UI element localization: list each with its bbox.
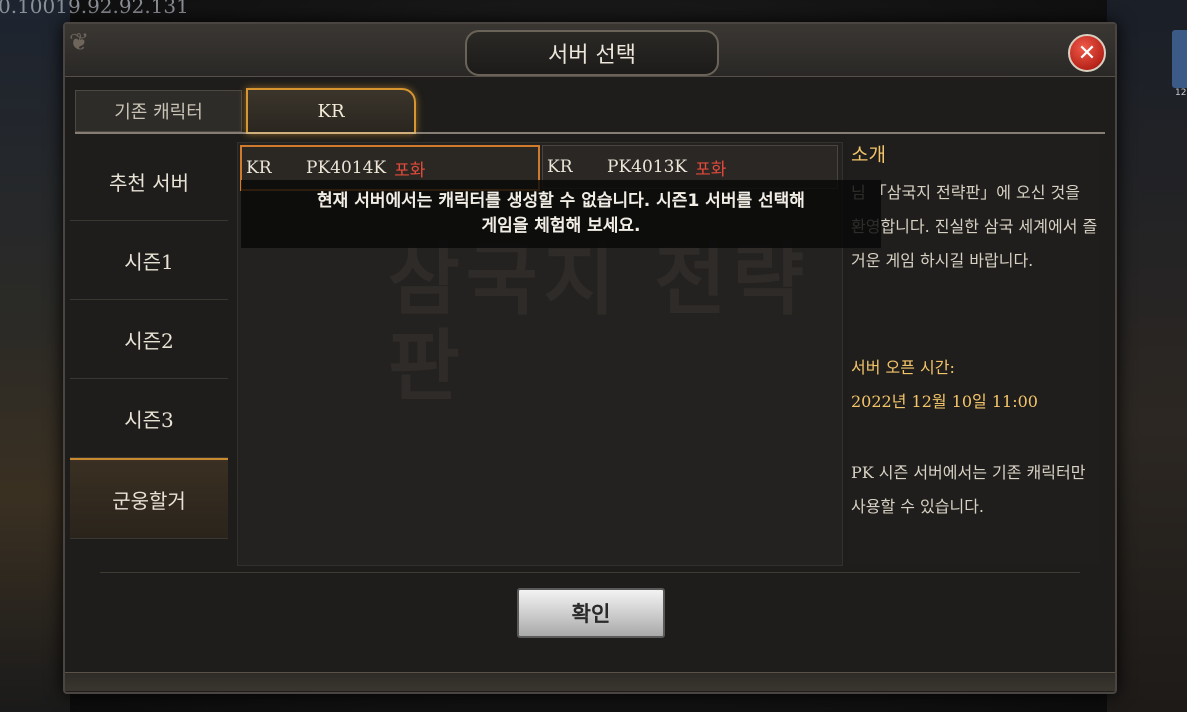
tab-kr[interactable]: KR bbox=[246, 88, 416, 134]
server-region: KR bbox=[246, 158, 272, 178]
server-category-sidebar: 추천 서버 시즌1 시즌2 시즌3 군웅할거 bbox=[70, 142, 228, 562]
server-name: PK4013K bbox=[607, 157, 688, 177]
dialog-footer-ornament bbox=[65, 672, 1115, 691]
side-edge-tab[interactable] bbox=[1172, 30, 1187, 88]
footer-divider bbox=[100, 572, 1080, 573]
toast-line-2: 게임을 체험해 보세요. bbox=[481, 216, 641, 236]
sidebar-item-gunwoong[interactable]: 군웅할거 bbox=[70, 458, 228, 539]
close-button[interactable]: ✕ bbox=[1068, 34, 1106, 72]
watermark-logo: 삼국지 전략판 bbox=[388, 235, 810, 412]
server-open-label: 서버 오픈 시간: bbox=[851, 358, 955, 377]
corner-ornament-icon: ❦ bbox=[69, 28, 90, 56]
close-icon: ✕ bbox=[1077, 40, 1097, 66]
background-right bbox=[1107, 0, 1187, 712]
sidebar-item-season2[interactable]: 시즌2 bbox=[70, 300, 228, 379]
sidebar-item-recommended[interactable]: 추천 서버 bbox=[70, 142, 228, 221]
side-edge-badge: 12 bbox=[1175, 88, 1187, 98]
toast-message: 현재 서버에서는 캐릭터를 생성할 수 없습니다. 시즌1 서버를 선택해 게임… bbox=[241, 180, 881, 248]
intro-panel: 소개 님 「삼국지 전략판」에 오신 것을 환영합니다. 진실한 삼국 세계에서… bbox=[847, 134, 1099, 564]
server-name: PK4014K bbox=[306, 158, 387, 178]
server-open-date: 2022년 12월 10일 11:00 bbox=[851, 392, 1038, 411]
pk-season-note: PK 시즌 서버에서는 기존 캐릭터만 사용할 수 있습니다. bbox=[851, 463, 1086, 516]
server-status: 포화 bbox=[695, 159, 727, 180]
background-left bbox=[0, 0, 70, 712]
server-select-dialog: ❦ 서버 선택 ✕ 기존 캐릭터 KR 추천 서버 시즌1 시즌2 시즌3 군웅… bbox=[63, 22, 1117, 694]
ip-overlay-text: 0.10019.92.92.131 bbox=[0, 0, 189, 18]
intro-title: 소개 bbox=[851, 144, 886, 166]
intro-body: 님 「삼국지 전략판」에 오신 것을 환영합니다. 진실한 삼국 세계에서 즐거… bbox=[851, 183, 1098, 270]
dialog-title: 서버 선택 bbox=[465, 30, 719, 76]
server-region: KR bbox=[547, 157, 573, 177]
sidebar-item-season1[interactable]: 시즌1 bbox=[70, 221, 228, 300]
tab-existing-character[interactable]: 기존 캐릭터 bbox=[75, 90, 242, 132]
sidebar-item-season3[interactable]: 시즌3 bbox=[70, 379, 228, 458]
confirm-button[interactable]: 확인 bbox=[517, 588, 665, 638]
toast-line-1: 현재 서버에서는 캐릭터를 생성할 수 없습니다. 시즌1 서버를 선택해 bbox=[317, 190, 805, 211]
server-status: 포화 bbox=[394, 160, 426, 181]
